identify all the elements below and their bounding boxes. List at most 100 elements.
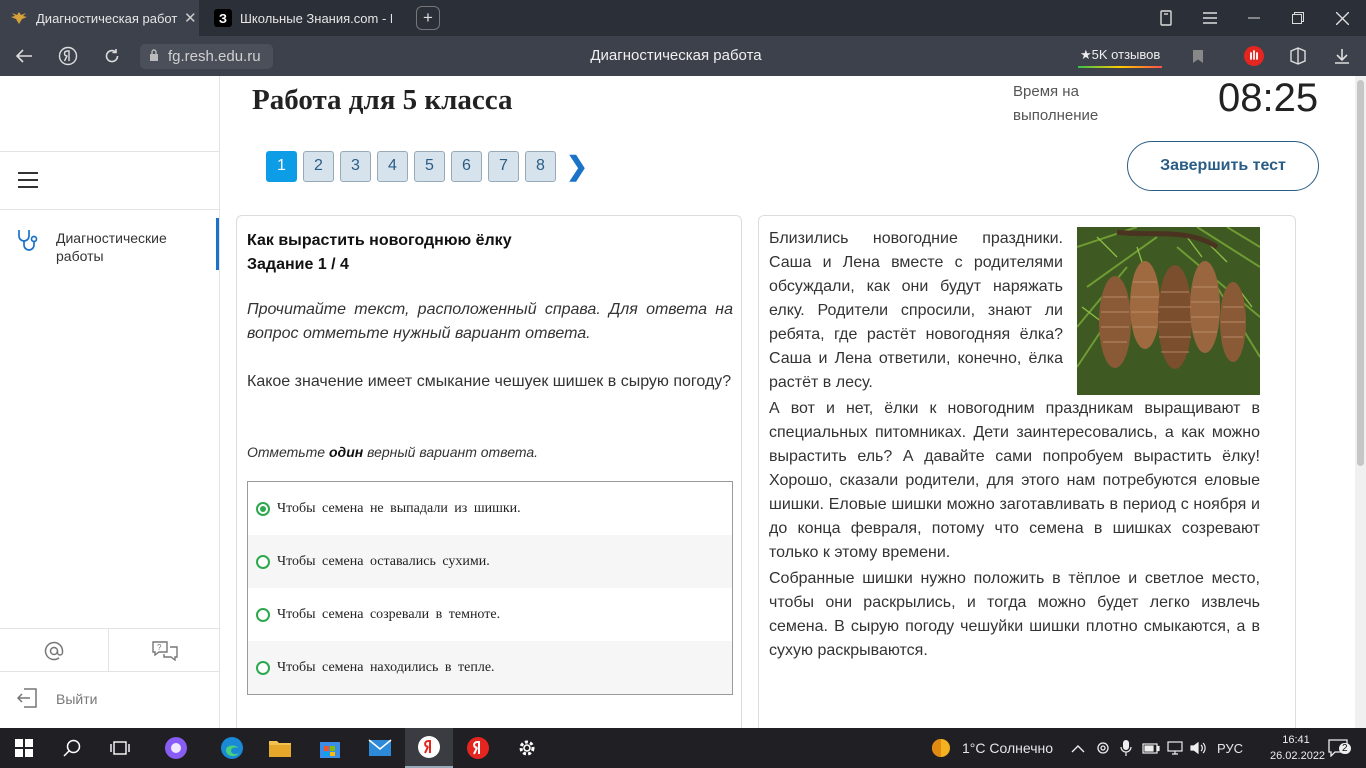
language-indicator[interactable]: РУС bbox=[1217, 728, 1243, 768]
tab-title: Школьные Знания.com - Г bbox=[240, 10, 392, 26]
eagle-favicon-icon bbox=[10, 9, 28, 27]
answer-option-2[interactable]: Чтобы семена оставались сухими. bbox=[248, 535, 732, 588]
active-indicator bbox=[216, 218, 219, 270]
task-instruction: Прочитайте текст, расположенный справа. … bbox=[247, 301, 733, 342]
reading-paragraph: Собранные шишки нужно положить в тёплое … bbox=[769, 570, 1260, 659]
yandex-browser-icon[interactable] bbox=[405, 728, 453, 768]
page-button-7[interactable]: 7 bbox=[488, 150, 519, 182]
page-button-2[interactable]: 2 bbox=[303, 150, 334, 182]
clock-time: 16:41 bbox=[1282, 734, 1310, 746]
scrollbar-thumb[interactable] bbox=[1357, 80, 1364, 466]
page-button-1[interactable]: 1 bbox=[266, 150, 297, 182]
radio-icon[interactable] bbox=[256, 554, 270, 569]
page-scrollbar[interactable] bbox=[1355, 76, 1366, 728]
reviews-badge[interactable]: ★5K отзывов bbox=[1078, 44, 1163, 68]
hint-emphasis: один bbox=[328, 444, 364, 460]
page-button-5[interactable]: 5 bbox=[414, 150, 445, 182]
answer-options: Чтобы семена не выпадали из шишки. Чтобы… bbox=[247, 481, 733, 695]
option-label: Чтобы семена не выпадали из шишки. bbox=[277, 500, 521, 516]
task-heading: Как вырастить новогоднюю ёлку Задание 1 … bbox=[247, 229, 512, 277]
taskbar-clock[interactable]: 16:41 26.02.2022 bbox=[1270, 732, 1326, 764]
new-tab-button[interactable]: + bbox=[416, 6, 440, 30]
download-icon[interactable] bbox=[1325, 36, 1359, 76]
option-label: Чтобы семена созревали в темноте. bbox=[277, 606, 501, 622]
page-button-4[interactable]: 4 bbox=[377, 150, 408, 182]
page-button-3[interactable]: 3 bbox=[340, 150, 371, 182]
tab-close-icon[interactable]: ✕ bbox=[184, 9, 197, 27]
yandex-icon[interactable] bbox=[454, 728, 502, 768]
lock-icon bbox=[140, 49, 168, 64]
logout-button[interactable]: Выйти bbox=[16, 688, 97, 710]
task-view-icon[interactable] bbox=[96, 728, 144, 768]
menu-icon[interactable] bbox=[1188, 0, 1232, 36]
volume-icon[interactable] bbox=[1190, 728, 1206, 768]
sidebar-divider bbox=[0, 209, 219, 210]
microphone-icon[interactable] bbox=[1120, 728, 1132, 768]
collections-icon[interactable] bbox=[1281, 36, 1315, 76]
url-text: fg.resh.edu.ru bbox=[168, 48, 261, 65]
reading-paragraph: А вот и нет, ёлки к новогодним праздника… bbox=[769, 400, 1260, 561]
tabs-overview-icon[interactable] bbox=[1144, 0, 1188, 36]
page-button-6[interactable]: 6 bbox=[451, 150, 482, 182]
store-icon[interactable] bbox=[306, 728, 354, 768]
logout-icon bbox=[16, 688, 40, 710]
radio-icon[interactable] bbox=[256, 607, 270, 622]
svg-text:?: ? bbox=[157, 643, 162, 652]
task-question: Какое значение имеет смыкание чешуек шиш… bbox=[247, 373, 732, 390]
weather-widget[interactable]: 1°C Солнечно bbox=[930, 728, 1053, 768]
close-window-icon[interactable] bbox=[1320, 0, 1364, 36]
file-explorer-icon[interactable] bbox=[256, 728, 304, 768]
yandex-logo-icon[interactable] bbox=[51, 36, 85, 76]
hint-text: верный вариант ответа. bbox=[363, 444, 539, 460]
browser-tab-bar: Диагностическая работ ✕ З Школьные Знани… bbox=[0, 0, 1366, 36]
camera-icon[interactable] bbox=[1096, 728, 1110, 768]
logout-label: Выйти bbox=[56, 691, 98, 707]
tab-diagnostic[interactable]: Диагностическая работ ✕ bbox=[0, 0, 199, 36]
radio-icon[interactable] bbox=[256, 660, 270, 675]
windows-start-icon[interactable] bbox=[0, 728, 48, 768]
sidebar-item-label: Диагностические работы bbox=[56, 230, 167, 264]
battery-icon[interactable] bbox=[1142, 728, 1160, 768]
bookmark-icon[interactable] bbox=[1181, 36, 1215, 76]
tray-chevron-up-icon[interactable] bbox=[1071, 728, 1085, 768]
tab-znanija[interactable]: З Школьные Знания.com - Г bbox=[204, 0, 404, 36]
task-panel: Как вырастить новогоднюю ёлку Задание 1 … bbox=[236, 215, 742, 735]
weather-text: 1°C Солнечно bbox=[962, 740, 1054, 756]
answer-option-4[interactable]: Чтобы семена находились в тепле. bbox=[248, 641, 732, 694]
answer-option-1[interactable]: Чтобы семена не выпадали из шишки. bbox=[248, 482, 732, 535]
reading-text: Близились новогодние праздники. Саша и Л… bbox=[769, 227, 1260, 665]
spruce-cones-image bbox=[1077, 227, 1260, 395]
sidebar-item-diagnostic[interactable]: Диагностические работы bbox=[0, 218, 219, 270]
sidebar: Диагностические работы ? Выйти bbox=[0, 76, 220, 728]
clock-date: 26.02.2022 bbox=[1270, 750, 1326, 762]
network-icon[interactable] bbox=[1167, 728, 1183, 768]
reading-panel: Близились новогодние праздники. Саша и Л… bbox=[758, 215, 1296, 735]
alice-icon[interactable] bbox=[152, 728, 200, 768]
edge-icon[interactable] bbox=[208, 728, 256, 768]
reload-icon[interactable] bbox=[95, 36, 129, 76]
windows-taskbar: 1°C Солнечно РУС 16:41 26.02.2022 2 bbox=[0, 728, 1366, 768]
hint-text: Отметьте bbox=[247, 444, 329, 460]
finish-test-button[interactable]: Завершить тест bbox=[1127, 141, 1319, 191]
browser-page-title: Диагностическая работа bbox=[590, 47, 762, 64]
time-label: Время на выполнение bbox=[1013, 83, 1099, 124]
help-chat-icon[interactable]: ? bbox=[110, 629, 219, 672]
page-title: Работа для 5 класса bbox=[252, 84, 513, 116]
radio-checked-icon[interactable] bbox=[256, 501, 270, 516]
answer-option-3[interactable]: Чтобы семена созревали в темноте. bbox=[248, 588, 732, 641]
notifications-button[interactable]: 2 bbox=[1324, 728, 1352, 768]
next-page-chevron-icon[interactable]: ❯ bbox=[566, 151, 588, 182]
at-sign-icon[interactable] bbox=[0, 629, 109, 672]
protect-icon[interactable] bbox=[1237, 36, 1271, 76]
mail-icon[interactable] bbox=[356, 728, 404, 768]
search-icon[interactable] bbox=[48, 728, 96, 768]
settings-gear-icon[interactable] bbox=[503, 728, 551, 768]
sidebar-footer: ? bbox=[0, 628, 219, 672]
address-bar[interactable]: fg.resh.edu.ru bbox=[140, 44, 273, 69]
restore-icon[interactable] bbox=[1276, 0, 1320, 36]
minimize-icon[interactable] bbox=[1232, 0, 1276, 36]
option-label: Чтобы семена оставались сухими. bbox=[277, 553, 490, 569]
hamburger-menu-icon[interactable] bbox=[18, 172, 38, 188]
back-arrow-icon[interactable] bbox=[7, 36, 41, 76]
page-button-8[interactable]: 8 bbox=[525, 150, 556, 182]
